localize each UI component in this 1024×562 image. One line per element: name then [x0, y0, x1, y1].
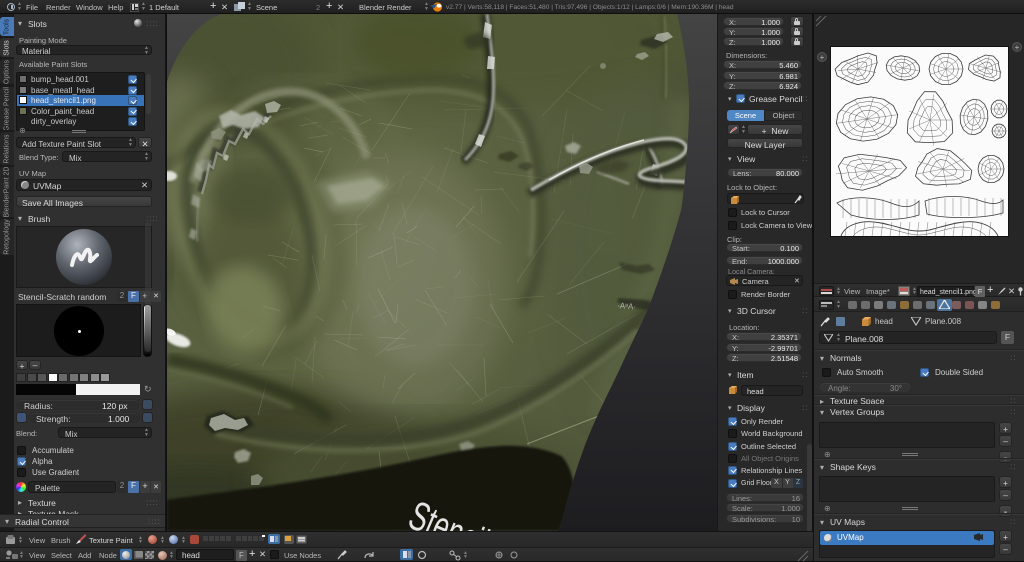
svg-text:·AʶA·: ·AʶA·	[617, 301, 637, 311]
